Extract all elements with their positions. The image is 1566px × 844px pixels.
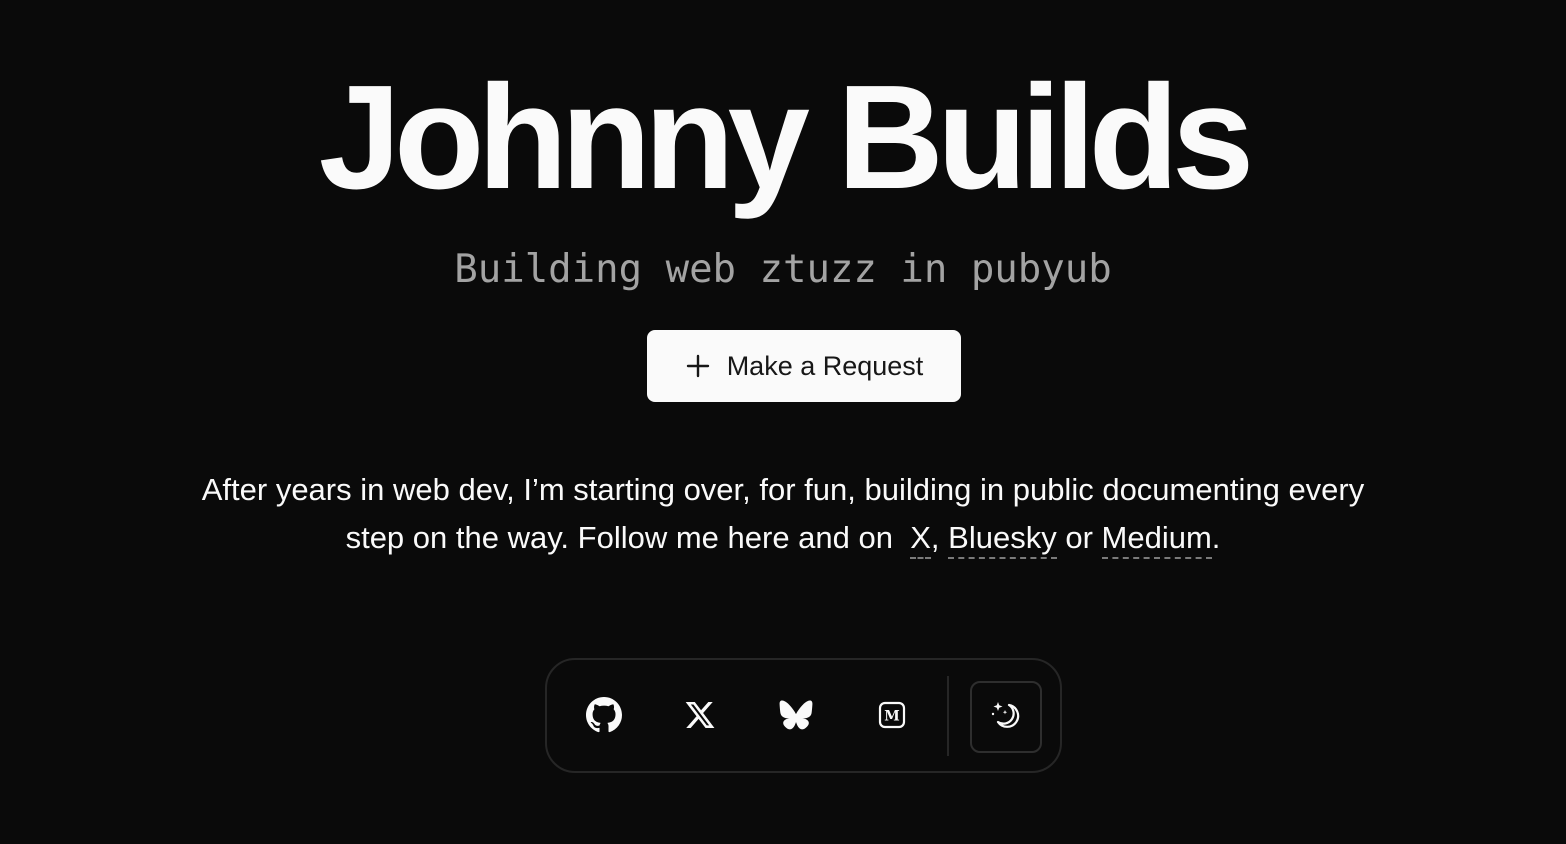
medium-icon: M — [878, 701, 906, 734]
butterfly-icon — [779, 700, 813, 735]
x-link[interactable]: X — [910, 520, 931, 559]
intro-comma: , — [930, 520, 940, 555]
x-button[interactable] — [664, 681, 736, 753]
make-request-button[interactable]: Make a Request — [647, 330, 961, 402]
intro-or: or — [1065, 520, 1093, 555]
medium-button[interactable]: M — [856, 681, 928, 753]
medium-link[interactable]: Medium — [1101, 520, 1212, 559]
moon-stars-icon — [989, 698, 1023, 737]
x-icon — [684, 699, 716, 736]
bluesky-button[interactable] — [760, 681, 832, 753]
plus-icon — [685, 353, 711, 379]
tagline: Building web ztuzz in pubyub — [454, 247, 1112, 292]
intro-period: . — [1211, 520, 1221, 555]
svg-text:M: M — [884, 708, 900, 724]
bluesky-link[interactable]: Bluesky — [948, 520, 1057, 559]
theme-toggle-button[interactable] — [970, 681, 1042, 753]
social-dock: M — [545, 658, 1062, 773]
github-icon — [586, 696, 622, 738]
intro-paragraph: After years in web dev, I’m starting ove… — [180, 466, 1386, 562]
dock-divider — [947, 676, 949, 756]
make-request-label: Make a Request — [726, 350, 924, 381]
landing-page: Johnny Builds Building web ztuzz in puby… — [0, 0, 1566, 844]
github-button[interactable] — [568, 681, 640, 753]
page-title: Johnny Builds — [318, 55, 1255, 220]
